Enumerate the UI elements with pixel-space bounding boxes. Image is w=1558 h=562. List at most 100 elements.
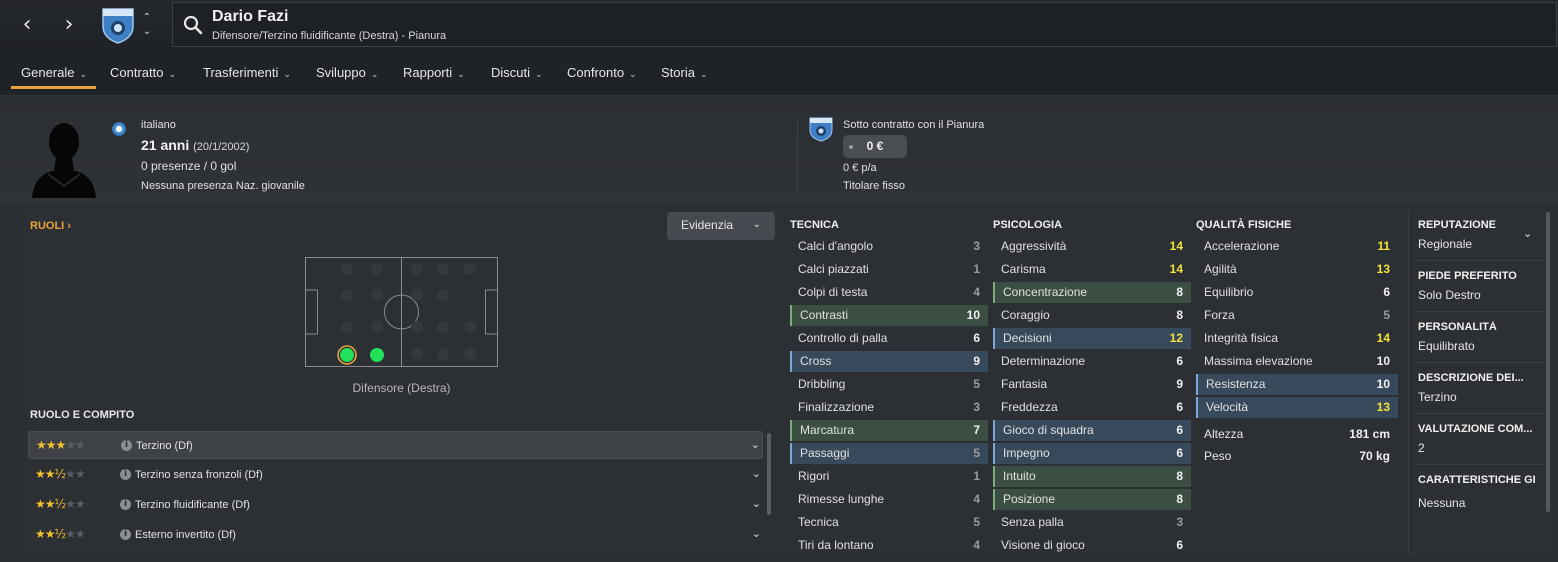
roles-link[interactable]: RUOLI › — [30, 220, 71, 232]
mental-attribute-row[interactable]: Aggressività 14 — [993, 236, 1191, 257]
role-row[interactable]: ★★½★★ i Terzino fluidificante (Df) ⌄ — [28, 491, 763, 519]
technical-attribute-row[interactable]: Marcatura 7 — [790, 420, 988, 441]
attribute-value: 14 — [1169, 262, 1183, 276]
attribute-name: Forza — [1204, 308, 1235, 322]
search-icon[interactable] — [182, 14, 204, 36]
info-icon[interactable]: i — [121, 440, 132, 451]
attribute-value: 6 — [1176, 400, 1183, 414]
chevron-down-icon[interactable]: ⌄ — [751, 438, 760, 451]
tab-discuti[interactable]: Discuti ⌄ — [491, 65, 543, 80]
tab-storia[interactable]: Storia ⌄ — [661, 65, 708, 80]
role-row[interactable]: ★★½★★ i Esterno invertito (Df) ⌄ — [28, 521, 763, 549]
chevron-down-icon: ⌄ — [752, 219, 761, 230]
roles-scrollbar[interactable] — [767, 433, 771, 515]
role-duty-heading: RUOLO E COMPITO — [30, 409, 135, 421]
tab-generale[interactable]: Generale ⌄ — [21, 65, 87, 80]
chevron-down-icon[interactable]: ⌄ — [752, 467, 761, 480]
next-player-button[interactable]: ⌄ — [140, 26, 154, 38]
mental-attribute-row[interactable]: Concentrazione 8 — [993, 282, 1191, 303]
technical-attribute-row[interactable]: Calci piazzati 1 — [790, 259, 988, 280]
attribute-name: Resistenza — [1206, 377, 1266, 391]
technical-attribute-row[interactable]: Passaggi 5 — [790, 443, 988, 464]
mental-attribute-row[interactable]: Intuito 8 — [993, 466, 1191, 487]
mental-attribute-row[interactable]: Coraggio 8 — [993, 305, 1191, 326]
mental-attribute-row[interactable]: Decisioni 12 — [993, 328, 1191, 349]
club-crest-icon[interactable] — [100, 6, 136, 44]
chevron-right-icon: › — [67, 220, 71, 232]
mental-attribute-row[interactable]: Determinazione 6 — [993, 351, 1191, 372]
mental-attribute-row[interactable]: Fantasia 9 — [993, 374, 1191, 395]
attribute-value: 6 — [1176, 423, 1183, 437]
physical-attribute-row[interactable]: Accelerazione 11 — [1196, 236, 1398, 257]
mental-attribute-row[interactable]: Senza palla 3 — [993, 512, 1191, 533]
technical-attribute-row[interactable]: Controllo di palla 6 — [790, 328, 988, 349]
physical-attribute-row[interactable]: Equilibrio 6 — [1196, 282, 1398, 303]
technical-attribute-row[interactable]: Finalizzazione 3 — [790, 397, 988, 418]
attribute-value: 8 — [1176, 285, 1183, 299]
mental-attribute-row[interactable]: Visione di gioco 6 — [993, 535, 1191, 556]
mental-attribute-row[interactable]: Carisma 14 — [993, 259, 1191, 280]
tab-sviluppo[interactable]: Sviluppo ⌄ — [316, 65, 378, 80]
technical-attribute-row[interactable]: Rigori 1 — [790, 466, 988, 487]
role-row[interactable]: ★★½★★ i Terzino senza fronzoli (Df) ⌄ — [28, 461, 763, 489]
mental-attribute-row[interactable]: Impegno 6 — [993, 443, 1191, 464]
player-traits-value: Nessuna — [1418, 496, 1466, 510]
tab-rapporti[interactable]: Rapporti ⌄ — [403, 65, 465, 80]
info-icon[interactable]: i — [120, 499, 131, 510]
technical-attribute-row[interactable]: Calci d'angolo 3 — [790, 236, 988, 257]
physical-attribute-row[interactable]: Resistenza 10 — [1196, 374, 1398, 395]
chevron-down-icon[interactable]: ⌄ — [1523, 227, 1532, 240]
attribute-value: 14 — [1169, 239, 1183, 253]
preferred-foot-value: Solo Destro — [1418, 288, 1481, 302]
chevron-down-icon[interactable]: ⌄ — [752, 497, 761, 510]
height-label: Altezza — [1204, 427, 1244, 441]
technical-attribute-row[interactable]: Contrasti 10 — [790, 305, 988, 326]
physical-attribute-row[interactable]: Integrità fisica 14 — [1196, 328, 1398, 349]
physical-attribute-row[interactable]: Massima elevazione 10 — [1196, 351, 1398, 372]
attribute-name: Colpi di testa — [798, 285, 868, 299]
technical-attribute-row[interactable]: Cross 9 — [790, 351, 988, 372]
mental-attribute-row[interactable]: Posizione 8 — [993, 489, 1191, 510]
chevron-down-icon[interactable]: ⌄ — [752, 527, 761, 540]
tab-trasferimenti[interactable]: Trasferimenti ⌄ — [203, 65, 291, 80]
physical-attribute-row[interactable]: Forza 5 — [1196, 305, 1398, 326]
role-name: Esterno invertito (Df) — [135, 529, 236, 541]
divider — [1408, 212, 1409, 554]
forward-icon: › — [64, 12, 74, 37]
role-row[interactable]: ★★★★★ i Terzino (Df) ⌄ — [28, 431, 763, 459]
technical-attribute-row[interactable]: Dribbling 5 — [790, 374, 988, 395]
attribute-value: 5 — [1383, 308, 1390, 322]
divider — [1414, 311, 1546, 312]
attribute-name: Tiri da lontano — [798, 538, 874, 552]
attribute-value: 5 — [973, 446, 980, 460]
attribute-name: Contrasti — [800, 308, 849, 322]
technical-attribute-row[interactable]: Rimesse lunghe 4 — [790, 489, 988, 510]
tab-contratto[interactable]: Contratto ⌄ — [110, 65, 176, 80]
physical-attribute-row[interactable]: Velocità 13 — [1196, 397, 1398, 418]
attribute-value: 13 — [1376, 262, 1390, 276]
info-scrollbar[interactable] — [1546, 212, 1550, 512]
back-button[interactable]: ‹ — [12, 10, 42, 40]
physical-attribute-row[interactable]: Agilità 13 — [1196, 259, 1398, 280]
previous-player-button[interactable]: ⌃ — [140, 12, 154, 24]
wage-badge[interactable]: 0 € — [843, 135, 907, 158]
mental-attribute-row[interactable]: Gioco di squadra 6 — [993, 420, 1191, 441]
chevron-up-icon: ⌃ — [142, 12, 152, 23]
tab-confronto[interactable]: Confronto ⌄ — [567, 65, 637, 80]
info-icon[interactable]: i — [120, 469, 131, 480]
chevron-down-icon: ⌄ — [79, 69, 88, 79]
attribute-value: 5 — [973, 377, 980, 391]
mental-attribute-row[interactable]: Freddezza 6 — [993, 397, 1191, 418]
forward-button[interactable]: › — [54, 10, 84, 40]
attribute-name: Concentrazione — [1003, 285, 1088, 299]
technical-attribute-row[interactable]: Colpi di testa 4 — [790, 282, 988, 303]
technical-attribute-row[interactable]: Tecnica 5 — [790, 512, 988, 533]
chevron-down-icon: ⌄ — [168, 69, 177, 79]
star-rating: ★★½★★ — [35, 497, 86, 511]
position-label: Difensore (Destra) — [352, 381, 451, 395]
attribute-name: Gioco di squadra — [1003, 423, 1094, 437]
highlight-dropdown[interactable]: Evidenzia ⌄ — [667, 212, 775, 240]
italy-flag-icon — [112, 122, 126, 136]
info-icon[interactable]: i — [120, 529, 131, 540]
technical-attribute-row[interactable]: Tiri da lontano 4 — [790, 535, 988, 556]
